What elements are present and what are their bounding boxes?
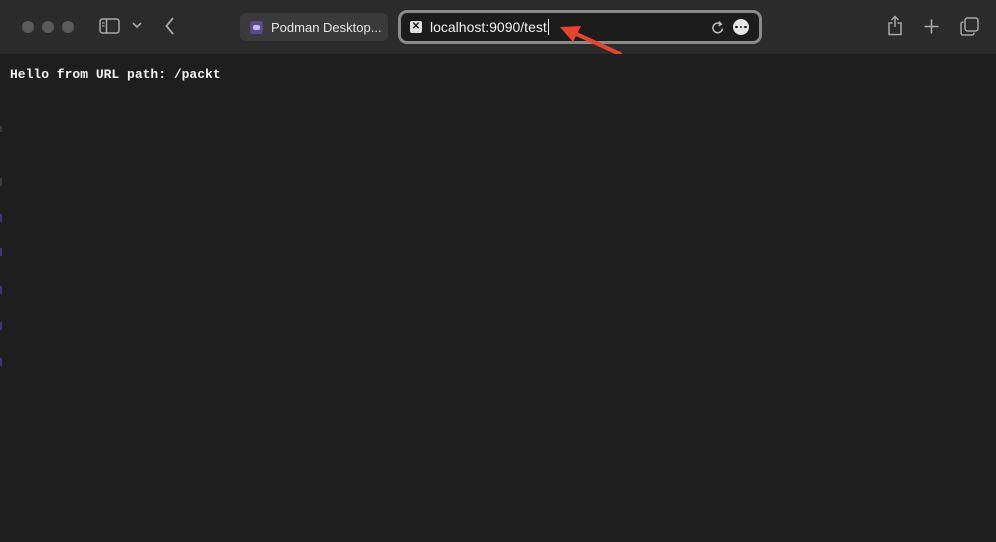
close-icon[interactable] bbox=[22, 21, 34, 33]
page-body-text: Hello from URL path: /packt bbox=[10, 67, 221, 82]
url-value: localhost:9090/test bbox=[430, 19, 547, 35]
tab-title: Podman Desktop... bbox=[271, 19, 382, 35]
tabs-overview-icon[interactable] bbox=[960, 17, 979, 36]
plus-icon[interactable] bbox=[924, 19, 939, 34]
reload-icon[interactable] bbox=[711, 20, 725, 40]
text-caret bbox=[547, 19, 550, 35]
more-options-icon[interactable] bbox=[733, 19, 749, 35]
tab-podman-desktop[interactable]: Podman Desktop... bbox=[240, 13, 388, 41]
podman-favicon bbox=[250, 20, 263, 34]
url-input[interactable]: localhost:9090/test bbox=[430, 19, 550, 35]
left-edge-marks bbox=[0, 126, 2, 366]
browser-toolbar: Podman Desktop... ✕ localhost:9090/test bbox=[0, 0, 996, 56]
browser-window: Podman Desktop... ✕ localhost:9090/test bbox=[0, 0, 996, 542]
page-content: Hello from URL path: /packt bbox=[0, 54, 996, 542]
chevron-down-icon[interactable] bbox=[132, 22, 142, 29]
zoom-icon[interactable] bbox=[62, 21, 74, 33]
share-icon[interactable] bbox=[887, 15, 903, 36]
minimize-icon[interactable] bbox=[42, 21, 54, 33]
back-arrow-icon[interactable] bbox=[165, 17, 175, 35]
sidebar-icon[interactable] bbox=[99, 18, 120, 34]
page-favicon: ✕ bbox=[410, 21, 422, 33]
